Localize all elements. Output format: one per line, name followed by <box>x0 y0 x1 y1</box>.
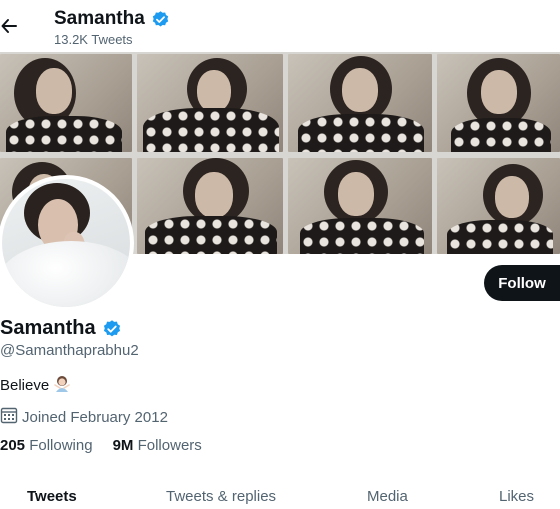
banner-photo <box>0 54 132 152</box>
banner-photo <box>137 158 283 254</box>
profile-avatar[interactable] <box>0 175 134 311</box>
back-arrow-icon[interactable] <box>0 14 20 38</box>
verified-badge-icon <box>102 319 121 338</box>
person-gesturing-emoji-icon <box>53 374 71 396</box>
profile-name: Samantha <box>0 317 121 340</box>
banner-photo <box>437 54 560 152</box>
join-date-text: Joined February 2012 <box>22 408 168 426</box>
calendar-icon <box>0 406 18 428</box>
profile-name-text: Samantha <box>0 317 96 339</box>
profile-tabs: Tweets Tweets & replies Media Likes <box>0 470 560 509</box>
header-title: Samantha <box>54 8 170 30</box>
banner-photo <box>288 54 432 152</box>
following-label: Following <box>29 437 93 454</box>
profile-bio: Believe <box>0 374 71 396</box>
join-date: Joined February 2012 <box>0 406 168 428</box>
followers-count: 9M <box>112 437 134 454</box>
following-count: 205 <box>0 437 26 454</box>
tab-tweets-and-replies[interactable]: Tweets & replies <box>166 488 276 505</box>
avatar-photo <box>2 179 130 307</box>
tab-media[interactable]: Media <box>367 488 408 505</box>
follow-button[interactable]: Follow <box>484 265 560 301</box>
tab-tweets[interactable]: Tweets <box>27 488 77 505</box>
verified-badge-icon <box>151 10 170 29</box>
banner-photo <box>137 54 283 152</box>
followers-link[interactable]: 9M Followers <box>113 437 202 454</box>
top-bar: Samantha 13.2K Tweets <box>0 0 560 52</box>
tweet-count: 13.2K Tweets <box>54 32 133 47</box>
tab-likes[interactable]: Likes <box>499 488 534 505</box>
profile-handle: @Samanthaprabhu2 <box>0 342 139 359</box>
following-link[interactable]: 205 Following <box>0 437 93 454</box>
header-name: Samantha <box>54 8 145 29</box>
banner-photo <box>288 158 432 254</box>
follow-counts: 205 Following 9M Followers <box>0 437 202 454</box>
bio-text: Believe <box>0 376 50 394</box>
banner-photo <box>437 158 560 254</box>
followers-label: Followers <box>137 437 202 454</box>
